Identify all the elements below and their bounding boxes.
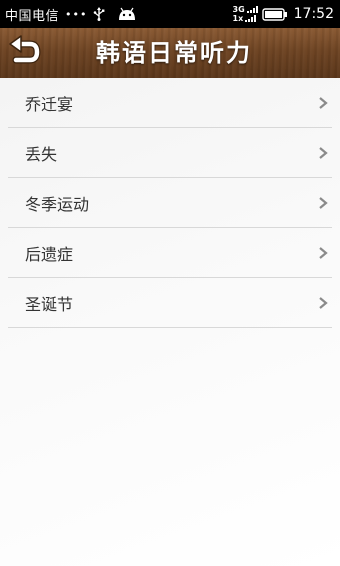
list-item-label: 乔迁宴 [25,94,74,114]
title-bar: 韩语日常听力 [0,28,340,79]
notification-dots: ••• [65,7,88,21]
status-left: 中国电信 ••• [0,5,137,24]
chevron-right-icon [319,247,328,259]
list-item-label: 丢失 [25,144,58,164]
list-item-label: 后遗症 [25,244,74,264]
battery-icon [261,7,288,21]
status-clock: 17:52 [293,6,334,22]
usb-icon [93,7,105,21]
list-item-label: 冬季运动 [25,194,90,214]
signal-3g-icon [246,6,258,13]
list-item-qiaoqianyan[interactable]: 乔迁宴 [8,78,332,128]
list-item-shengdanjie[interactable]: 圣诞节 [8,278,332,328]
topic-list: 乔迁宴 丢失 冬季运动 后遗症 圣诞节 [0,78,340,566]
status-bar: 中国电信 ••• 3G 1x 17:52 [0,0,340,28]
chevron-right-icon [319,297,328,309]
network-3g-label: 3G [232,5,245,14]
app-screen: 中国电信 ••• 3G 1x 17:52 韩语日常听力 乔迁宴 丢失 冬季运动 … [0,0,340,566]
list-item-label: 圣诞节 [25,294,74,314]
page-title: 韩语日常听力 [96,39,252,67]
signal-1x-icon [245,15,257,22]
list-item-dongjiyundong[interactable]: 冬季运动 [8,178,332,228]
chevron-right-icon [319,197,328,209]
status-right: 3G 1x 17:52 [233,5,340,23]
list-item-diushi[interactable]: 丢失 [8,128,332,178]
network-indicator: 3G 1x [233,5,258,23]
android-icon [117,7,137,21]
carrier-name: 中国电信 [5,8,60,24]
chevron-right-icon [319,97,328,109]
network-1x-label: 1x [232,14,244,23]
chevron-right-icon [319,147,328,159]
list-item-houyizheng[interactable]: 后遗症 [8,228,332,278]
